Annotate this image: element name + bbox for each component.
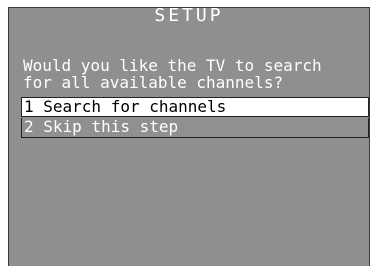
menu-item-skip-step[interactable]: 2 Skip this step [21, 118, 369, 138]
tv-screen: SETUP Would you like the TV to search fo… [0, 0, 372, 266]
setup-prompt: Would you like the TV to search for all … [23, 57, 368, 91]
menu-item-search-channels[interactable]: 1 Search for channels [21, 97, 369, 117]
prompt-line-2: for all available channels? [23, 73, 284, 92]
screen-title: SETUP [154, 5, 224, 26]
